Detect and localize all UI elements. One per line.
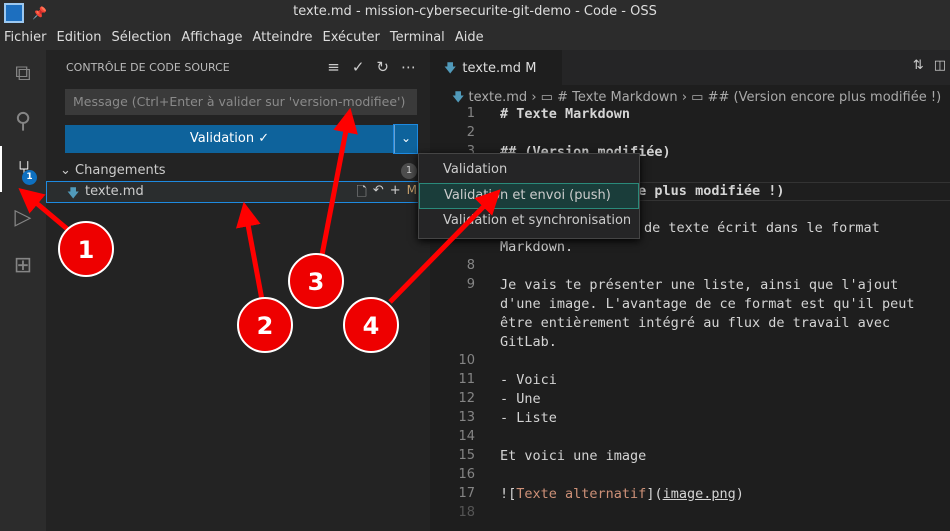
window-title: texte.md - mission-cybersecurite-git-dem… xyxy=(293,4,657,19)
changes-label: Changements xyxy=(75,163,166,178)
open-changes-icon[interactable]: ⇅ xyxy=(913,58,924,73)
code-line: GitLab. xyxy=(500,334,557,350)
run-debug-icon[interactable]: ▷ xyxy=(0,194,46,240)
code-line: - Liste xyxy=(500,410,557,426)
code-line: # Texte Markdown xyxy=(500,106,631,122)
more-actions-icon[interactable]: ⋯ xyxy=(401,58,416,76)
breadcrumb-file[interactable]: texte.md xyxy=(468,90,527,105)
source-control-panel: CONTRÔLE DE CODE SOURCE ≡ ✓ ↻ ⋯ Message … xyxy=(46,50,430,531)
menu-executer[interactable]: Exécuter xyxy=(323,30,380,45)
panel-title: CONTRÔLE DE CODE SOURCE xyxy=(66,61,230,74)
menu-atteindre[interactable]: Atteindre xyxy=(252,30,312,45)
changed-file-item[interactable]: 🡇 texte.md 🗋 ↶ + M xyxy=(46,181,430,203)
chevron-down-icon: ⌄ xyxy=(60,163,76,178)
markdown-file-icon: 🡇 xyxy=(67,186,80,200)
menu-aide[interactable]: Aide xyxy=(455,30,484,45)
stage-changes-icon[interactable]: + xyxy=(390,183,401,205)
commit-check-icon[interactable]: ✓ xyxy=(352,58,365,76)
menu-item-commit-sync[interactable]: Validation et synchronisation xyxy=(419,209,639,235)
tab-label: texte.md xyxy=(462,61,522,76)
activity-bar: ⧉ ⚲ ⑂ 1 ▷ ⊞ xyxy=(0,50,46,531)
scm-badge: 1 xyxy=(22,170,37,185)
code-line: Et voici une image xyxy=(500,448,647,464)
commit-button[interactable]: Validation ✓ xyxy=(65,125,394,153)
breadcrumb-h1[interactable]: # Texte Markdown xyxy=(557,90,678,105)
editor: 🡇 texte.md M ⇅ ◫ 🡇 texte.md › ▭ # Texte Ma… xyxy=(430,50,950,531)
menu-terminal[interactable]: Terminal xyxy=(390,30,445,45)
changes-group[interactable]: ⌄ Changements 1 xyxy=(60,163,420,181)
modified-status: M xyxy=(406,183,417,197)
code-line: être entièrement intégré au flux de trav… xyxy=(500,315,891,331)
menu-edition[interactable]: Edition xyxy=(57,30,102,45)
code-line: ![Texte alternatif](image.png) xyxy=(500,486,744,502)
file-name: texte.md xyxy=(85,184,144,199)
tab-status: M xyxy=(525,61,537,76)
tab-texte-md[interactable]: 🡇 texte.md M xyxy=(430,50,562,85)
code-line: Je vais te présenter une liste, ainsi qu… xyxy=(500,277,899,293)
title-bar: 📌 texte.md - mission-cybersecurite-git-d… xyxy=(0,0,950,25)
code-line: Markdown. xyxy=(500,239,574,255)
breadcrumb-h2[interactable]: ## (Version encore plus modifiée !) xyxy=(708,90,942,105)
menu-item-commit[interactable]: Validation xyxy=(419,158,639,184)
changes-count: 1 xyxy=(401,163,417,179)
menu-selection[interactable]: Sélection xyxy=(111,30,171,45)
explorer-icon[interactable]: ⧉ xyxy=(0,50,46,96)
code-line: de texte écrit dans le format xyxy=(644,220,880,236)
search-icon[interactable]: ⚲ xyxy=(0,98,46,144)
menu-item-commit-push[interactable]: Validation et envoi (push) xyxy=(419,183,639,209)
extensions-icon[interactable]: ⊞ xyxy=(0,242,46,288)
source-control-icon[interactable]: ⑂ xyxy=(0,146,46,192)
markdown-file-icon: 🡇 xyxy=(444,61,457,75)
menu-bar: Fichier Edition Sélection Affichage Atte… xyxy=(0,25,950,50)
discard-changes-icon[interactable]: ↶ xyxy=(373,183,384,205)
code-line: d'une image. L'avantage de ce format est… xyxy=(500,296,915,312)
code-line: - Une xyxy=(500,391,541,407)
markdown-file-icon: 🡇 xyxy=(452,90,465,104)
commit-dropdown-menu: Validation Validation et envoi (push) Va… xyxy=(418,153,640,239)
string-icon: ▭ xyxy=(691,90,704,105)
open-file-icon[interactable]: 🗋 xyxy=(356,183,366,205)
split-editor-icon[interactable]: ◫ xyxy=(934,58,946,73)
commit-message-input[interactable]: Message (Ctrl+Enter à valider sur 'versi… xyxy=(65,89,417,115)
refresh-icon[interactable]: ↻ xyxy=(376,58,389,76)
string-icon: ▭ xyxy=(540,90,553,105)
menu-affichage[interactable]: Affichage xyxy=(181,30,242,45)
code-line: - Voici xyxy=(500,372,557,388)
commit-dropdown-chevron-icon[interactable]: ⌄ xyxy=(393,124,418,154)
breadcrumb: 🡇 texte.md › ▭ # Texte Markdown › ▭ ## (… xyxy=(452,90,942,105)
menu-fichier[interactable]: Fichier xyxy=(4,30,47,45)
view-as-list-icon[interactable]: ≡ xyxy=(327,58,340,76)
